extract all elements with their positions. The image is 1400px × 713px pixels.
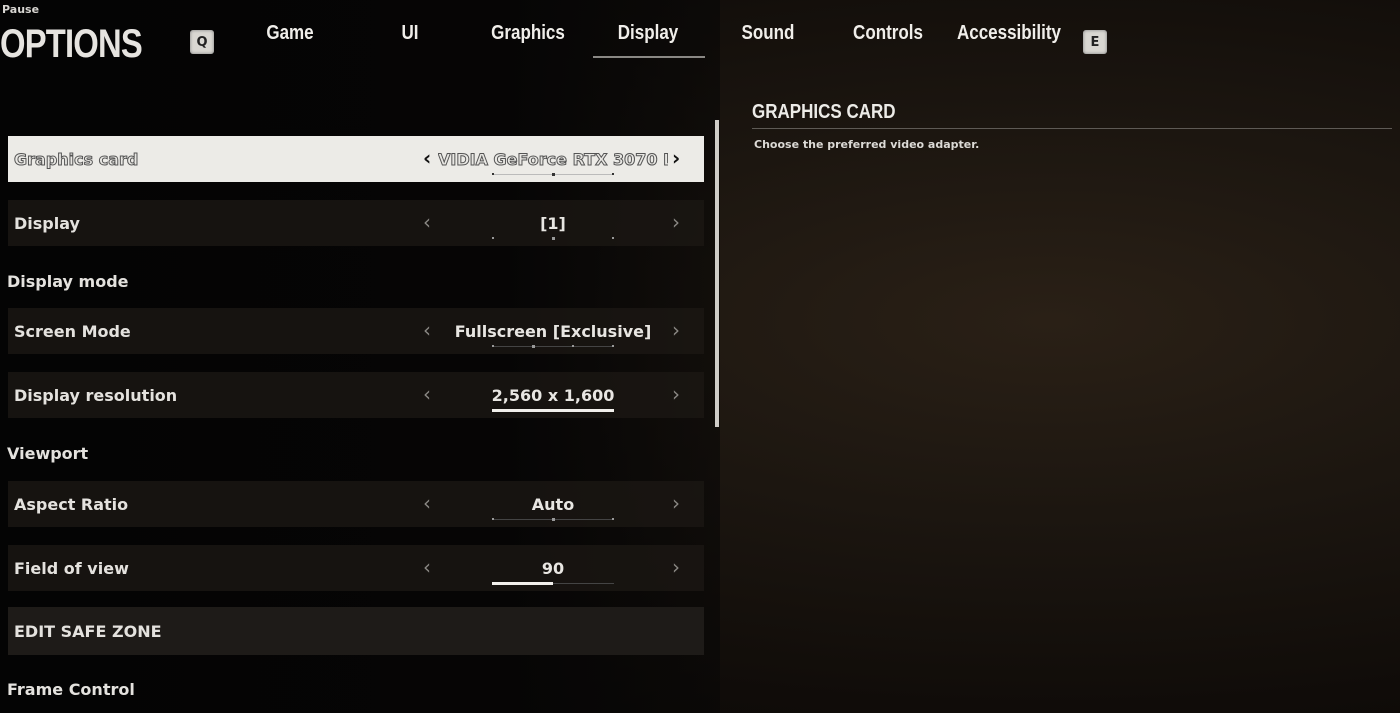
setting-field-of-view[interactable]: Field of view ‹ 90 › bbox=[8, 545, 704, 591]
info-panel-title: GRAPHICS CARD bbox=[752, 101, 896, 123]
next-tab-key-icon[interactable]: E bbox=[1083, 30, 1107, 54]
setting-label: Display resolution bbox=[14, 386, 178, 405]
info-panel-divider bbox=[752, 128, 1392, 129]
tab-ui[interactable]: UI bbox=[368, 22, 453, 58]
setting-label: Field of view bbox=[14, 559, 129, 578]
setting-aspect-ratio[interactable]: Aspect Ratio ‹ Auto › bbox=[8, 481, 704, 527]
tab-display[interactable]: Display bbox=[606, 22, 691, 58]
chevron-left-icon[interactable]: ‹ bbox=[423, 146, 431, 170]
setting-label: Graphics card bbox=[13, 150, 139, 170]
setting-value: Fullscreen [Exclusive] bbox=[454, 322, 652, 341]
chevron-left-icon[interactable]: ‹ bbox=[423, 491, 431, 515]
tab-controls[interactable]: Controls bbox=[846, 22, 931, 58]
option-dot bbox=[612, 237, 614, 239]
info-panel-description: Choose the preferred video adapter. bbox=[754, 138, 980, 151]
slider-fill bbox=[492, 582, 553, 585]
chevron-left-icon[interactable]: ‹ bbox=[423, 210, 431, 234]
section-heading-frame-control: Frame Control bbox=[7, 680, 135, 699]
tab-graphics[interactable]: Graphics bbox=[486, 22, 571, 58]
option-indicator bbox=[492, 345, 614, 348]
chevron-right-icon[interactable]: › bbox=[672, 382, 680, 406]
breadcrumb: Pause bbox=[2, 3, 40, 16]
option-dot bbox=[492, 237, 494, 239]
setting-value: 2,560 x 1,600 bbox=[491, 386, 615, 405]
setting-value: VIDIA GeForce RTX 3070 Lap bbox=[438, 150, 668, 169]
prev-tab-key-icon[interactable]: Q bbox=[190, 30, 214, 54]
setting-label: Screen Mode bbox=[14, 322, 131, 341]
option-indicator bbox=[492, 518, 614, 521]
button-label: EDIT SAFE ZONE bbox=[14, 622, 162, 641]
tab-sound[interactable]: Sound bbox=[726, 22, 811, 58]
chevron-right-icon[interactable]: › bbox=[672, 146, 680, 170]
section-heading-viewport: Viewport bbox=[7, 444, 89, 463]
slider-fill bbox=[492, 409, 614, 412]
active-tab-indicator bbox=[593, 56, 705, 58]
chevron-right-icon[interactable]: › bbox=[672, 318, 680, 342]
value-slider[interactable] bbox=[492, 409, 614, 412]
option-indicator bbox=[492, 237, 614, 240]
setting-label: Aspect Ratio bbox=[14, 495, 129, 514]
option-dot-current bbox=[552, 518, 555, 521]
option-dot bbox=[612, 173, 614, 175]
chevron-right-icon[interactable]: › bbox=[672, 210, 680, 234]
setting-value: 90 bbox=[541, 559, 565, 578]
page-title: OPTIONS bbox=[0, 22, 143, 66]
chevron-right-icon[interactable]: › bbox=[672, 555, 680, 579]
setting-screen-mode[interactable]: Screen Mode ‹ Fullscreen [Exclusive] › bbox=[8, 308, 704, 354]
option-dot bbox=[492, 345, 494, 347]
edit-safe-zone-button[interactable]: EDIT SAFE ZONE bbox=[8, 607, 704, 655]
chevron-right-icon[interactable]: › bbox=[672, 491, 680, 515]
chevron-left-icon[interactable]: ‹ bbox=[423, 555, 431, 579]
option-dot-current bbox=[552, 237, 555, 240]
chevron-left-icon[interactable]: ‹ bbox=[423, 318, 431, 342]
option-indicator bbox=[492, 173, 614, 176]
value-slider[interactable] bbox=[492, 582, 614, 585]
option-dot bbox=[612, 518, 614, 520]
option-dot bbox=[572, 345, 574, 347]
option-dot bbox=[492, 173, 494, 175]
setting-label: Display bbox=[14, 214, 80, 233]
setting-value: Auto bbox=[531, 495, 575, 514]
setting-value: [1] bbox=[540, 214, 566, 233]
setting-display-resolution[interactable]: Display resolution ‹ 2,560 x 1,600 › bbox=[8, 372, 704, 418]
section-heading-display-mode: Display mode bbox=[7, 272, 129, 291]
tab-accessibility[interactable]: Accessibility bbox=[957, 22, 1061, 58]
option-dot-current bbox=[552, 173, 555, 176]
option-dot bbox=[612, 345, 614, 347]
chevron-left-icon[interactable]: ‹ bbox=[423, 382, 431, 406]
setting-display[interactable]: Display ‹ [1] › bbox=[8, 200, 704, 246]
option-dot-current bbox=[532, 345, 535, 348]
option-dot bbox=[492, 518, 494, 520]
scrollbar[interactable] bbox=[715, 120, 719, 427]
setting-graphics-card[interactable]: Graphics card ‹ VIDIA GeForce RTX 3070 L… bbox=[8, 136, 704, 182]
tab-game[interactable]: Game bbox=[248, 22, 333, 58]
